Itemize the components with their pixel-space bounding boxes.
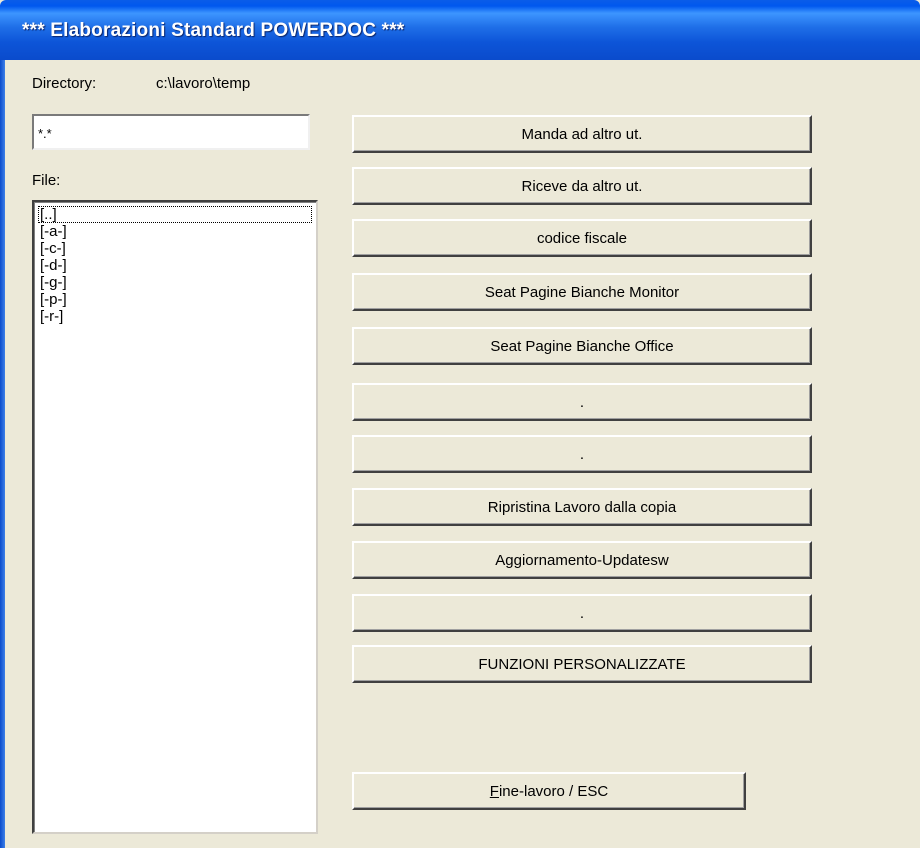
list-item[interactable]: [..]	[38, 206, 312, 223]
send-to-user-button[interactable]: Manda ad altro ut.	[352, 115, 812, 153]
main-window: *** Elaborazioni Standard POWERDOC *** D…	[0, 0, 920, 848]
fiscal-code-button[interactable]: codice fiscale	[352, 219, 812, 257]
list-item[interactable]: [-c-]	[38, 240, 312, 257]
placeholder-button-2[interactable]: .	[352, 435, 812, 473]
seat-monitor-button[interactable]: Seat Pagine Bianche Monitor	[352, 273, 812, 311]
update-software-button[interactable]: Aggiornamento-Updatesw	[352, 541, 812, 579]
list-item[interactable]: [-p-]	[38, 291, 312, 308]
file-filter-input[interactable]	[34, 116, 308, 148]
list-item[interactable]: [-r-]	[38, 308, 312, 325]
custom-functions-button[interactable]: FUNZIONI PERSONALIZZATE	[352, 645, 812, 683]
placeholder-button-3[interactable]: .	[352, 594, 812, 632]
file-list-label: File:	[32, 172, 61, 189]
restore-work-button[interactable]: Ripristina Lavoro dalla copia	[352, 488, 812, 526]
directory-path: c:\lavoro\temp	[156, 75, 251, 92]
exit-button[interactable]: Fine-lavoro / ESC	[352, 772, 746, 810]
window-title: *** Elaborazioni Standard POWERDOC ***	[22, 20, 405, 41]
window-left-border	[0, 60, 5, 848]
placeholder-button-1[interactable]: .	[352, 383, 812, 421]
exit-mnemonic: F	[489, 782, 499, 800]
exit-label: ine-lavoro / ESC	[498, 782, 609, 800]
list-item[interactable]: [-a-]	[38, 223, 312, 240]
directory-label: Directory:	[32, 75, 97, 92]
file-list[interactable]: [..] [-a-] [-c-] [-d-] [-g-] [-p-] [-r-]	[32, 200, 318, 834]
file-filter-field[interactable]	[32, 114, 310, 150]
receive-from-user-button[interactable]: Riceve da altro ut.	[352, 167, 812, 205]
title-bar[interactable]: *** Elaborazioni Standard POWERDOC ***	[0, 0, 920, 60]
seat-office-button[interactable]: Seat Pagine Bianche Office	[352, 327, 812, 365]
list-item[interactable]: [-d-]	[38, 257, 312, 274]
list-item[interactable]: [-g-]	[38, 274, 312, 291]
